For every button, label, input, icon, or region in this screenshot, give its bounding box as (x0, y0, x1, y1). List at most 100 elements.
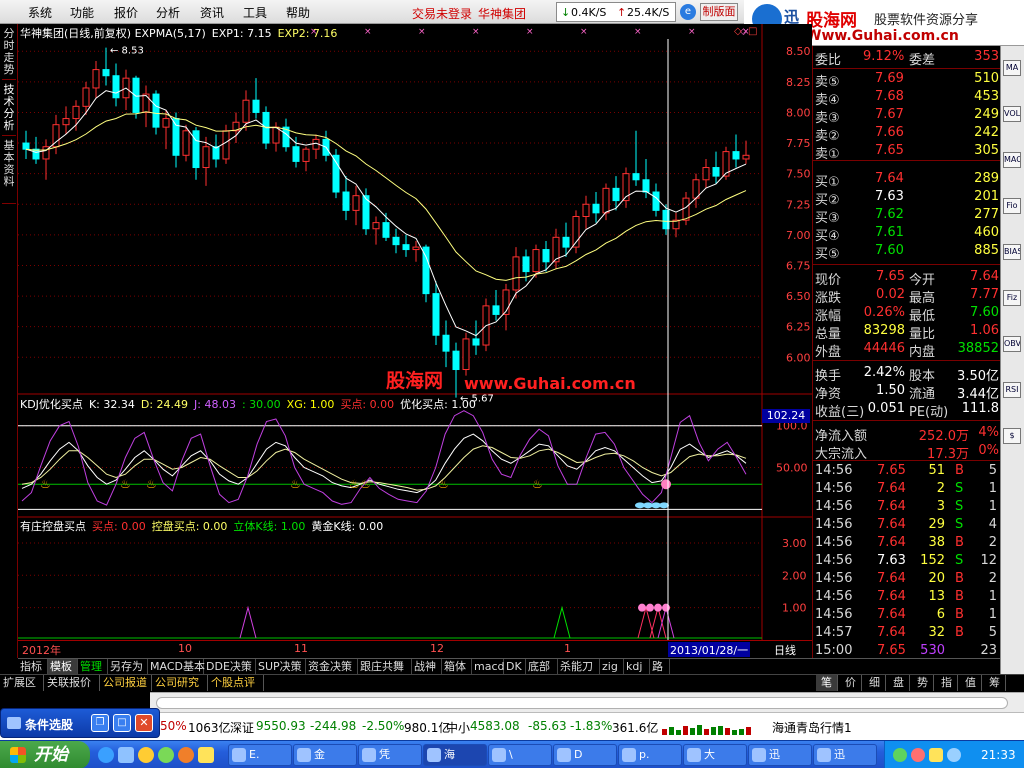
ask-row[interactable]: 卖① 7.65 305 (813, 142, 1001, 162)
template-tab[interactable]: macd (472, 659, 505, 674)
template-tab[interactable]: 指标 (18, 659, 48, 674)
template-tab[interactable]: 箱体 (442, 659, 472, 674)
template-tab[interactable]: DK (504, 659, 526, 674)
quote-tab[interactable]: 筹 (984, 675, 1006, 691)
indicator-ma-icon[interactable]: MA (1003, 60, 1021, 76)
quicklaunch-media-icon[interactable] (138, 747, 154, 763)
quote-tab[interactable]: 势 (912, 675, 934, 691)
indicator-vol-icon[interactable]: VOL (1003, 106, 1021, 122)
indicator-fiz-icon[interactable]: Fiz (1003, 290, 1021, 306)
taskbar-task-button[interactable]: \ (488, 744, 552, 766)
tick-row[interactable]: 14:56 7.64 13 B 1 (813, 588, 1001, 606)
template-tab[interactable]: kdj (624, 659, 650, 674)
start-button[interactable]: 开始 (0, 741, 90, 768)
taskbar-task-button[interactable]: 迅 (748, 744, 812, 766)
indicator-macd-icon[interactable]: MACD (1003, 152, 1021, 168)
info-tab[interactable]: 公司研究 (152, 675, 208, 691)
tick-row[interactable]: 14:56 7.63 152 S 12 (813, 552, 1001, 570)
menu-info[interactable]: 资讯 (200, 4, 224, 21)
menu-analysis[interactable]: 分析 (156, 4, 180, 21)
indicator-fio-icon[interactable]: Fio (1003, 198, 1021, 214)
horizontal-scrollbar[interactable] (150, 692, 1024, 714)
tab-fundamentals[interactable]: 基本资料 (2, 140, 16, 204)
bid-row[interactable]: 买① 7.64 289 (813, 170, 1001, 190)
indicator-dollar-icon[interactable]: $ (1003, 428, 1021, 444)
info-tab[interactable]: 个股点评 (208, 675, 264, 691)
tick-row[interactable]: 14:56 7.64 38 B 2 (813, 534, 1001, 552)
info-tab[interactable]: 关联报价 (44, 675, 100, 691)
tick-row[interactable]: 14:56 7.64 2 S 1 (813, 480, 1001, 498)
taskbar-task-button[interactable]: 海 (423, 744, 487, 766)
ask-row[interactable]: 卖② 7.66 242 (813, 124, 1001, 144)
ie-icon[interactable]: e (680, 4, 696, 20)
taskbar-task-button[interactable]: 金 (293, 744, 357, 766)
quote-tab[interactable]: 笔 (816, 675, 838, 691)
template-tab[interactable]: 杀能刀 (558, 659, 600, 674)
indicator-bias-icon[interactable]: BIAS (1003, 244, 1021, 260)
quote-tab[interactable]: 价 (840, 675, 862, 691)
tray-ime-icon[interactable] (947, 748, 961, 762)
tick-row[interactable]: 14:56 7.64 3 S 1 (813, 498, 1001, 516)
taskbar-task-button[interactable]: p. (618, 744, 682, 766)
template-tab[interactable]: MACD基本 (148, 659, 205, 674)
bid-row[interactable]: 买② 7.63 201 (813, 188, 1001, 208)
template-tab[interactable]: 跟庄共舞 (358, 659, 412, 674)
chart-svg[interactable]: × × × × × × × × ×◇8.508.258.007.757.507.257.006.… (18, 24, 812, 658)
quicklaunch-qq-icon[interactable] (158, 747, 174, 763)
quote-tab[interactable]: 细 (864, 675, 886, 691)
indicator-obv-icon[interactable]: OBV (1003, 336, 1021, 352)
tray-volume-icon[interactable] (929, 748, 943, 762)
tick-row[interactable]: 14:56 7.64 29 S 4 (813, 516, 1001, 534)
bid-row[interactable]: 买⑤ 7.60 885 (813, 242, 1001, 262)
trade-login-status[interactable]: 交易未登录 (412, 5, 472, 22)
template-tab[interactable]: 另存为 (108, 659, 148, 674)
tray-security-icon[interactable] (911, 748, 925, 762)
ask-row[interactable]: 卖③ 7.67 249 (813, 106, 1001, 126)
tab-technical[interactable]: 技术分析 (2, 84, 16, 136)
indicator-rsi-icon[interactable]: RSI (1003, 382, 1021, 398)
period-label[interactable]: 日线 (774, 642, 796, 658)
menu-quote[interactable]: 报价 (114, 4, 138, 21)
tick-row[interactable]: 14:56 7.65 51 B 5 (813, 462, 1001, 480)
layout-version-button[interactable]: 制版面 (700, 3, 738, 21)
bid-row[interactable]: 买③ 7.62 277 (813, 206, 1001, 226)
taskbar-task-button[interactable]: D (553, 744, 617, 766)
tray-network-icon[interactable] (893, 748, 907, 762)
quote-tab[interactable]: 盘 (888, 675, 910, 691)
quote-tab[interactable]: 指 (936, 675, 958, 691)
template-tab[interactable]: 管理 (78, 659, 108, 674)
info-tab[interactable]: 扩展区 (0, 675, 44, 691)
taskbar-task-button[interactable]: 迅 (813, 744, 877, 766)
maximize-icon[interactable]: □ (113, 714, 131, 732)
template-tab[interactable]: 底部 (526, 659, 558, 674)
taskbar-task-button[interactable]: E. (228, 744, 292, 766)
quicklaunch-folder-icon[interactable] (198, 747, 214, 763)
restore-icon[interactable]: ❐ (91, 714, 109, 732)
template-tab[interactable]: 战神 (412, 659, 442, 674)
scrollbar-track[interactable] (156, 697, 1008, 709)
quicklaunch-app-icon[interactable] (178, 747, 194, 763)
menu-system[interactable]: 系统 (28, 4, 52, 21)
template-tab[interactable]: 路 (650, 659, 670, 674)
bid-row[interactable]: 买④ 7.61 460 (813, 224, 1001, 244)
ask-row[interactable]: 卖⑤ 7.69 510 (813, 70, 1001, 90)
template-tab[interactable]: SUP决策 (256, 659, 306, 674)
ask-row[interactable]: 卖④ 7.68 453 (813, 88, 1001, 108)
menu-help[interactable]: 帮助 (286, 4, 310, 21)
close-icon[interactable]: ✕ (135, 714, 153, 732)
template-tab[interactable]: 模板 (48, 659, 78, 674)
menu-tools[interactable]: 工具 (243, 4, 267, 21)
quicklaunch-ie-icon[interactable] (98, 747, 114, 763)
quicklaunch-desktop-icon[interactable] (118, 747, 134, 763)
taskbar-task-button[interactable]: 凭 (358, 744, 422, 766)
menu-function[interactable]: 功能 (70, 4, 94, 21)
tick-row[interactable]: 14:57 7.64 32 B 5 (813, 624, 1001, 642)
tab-intraday[interactable]: 分时走势 (2, 28, 16, 80)
template-tab[interactable]: zig (600, 659, 624, 674)
taskbar-task-button[interactable]: 大 (683, 744, 747, 766)
template-tab[interactable]: 资金决策 (306, 659, 358, 674)
template-tab[interactable]: DDE决策 (204, 659, 256, 674)
quote-tab[interactable]: 值 (960, 675, 982, 691)
tick-row[interactable]: 14:56 7.64 20 B 2 (813, 570, 1001, 588)
tick-row[interactable]: 14:56 7.64 6 B 1 (813, 606, 1001, 624)
